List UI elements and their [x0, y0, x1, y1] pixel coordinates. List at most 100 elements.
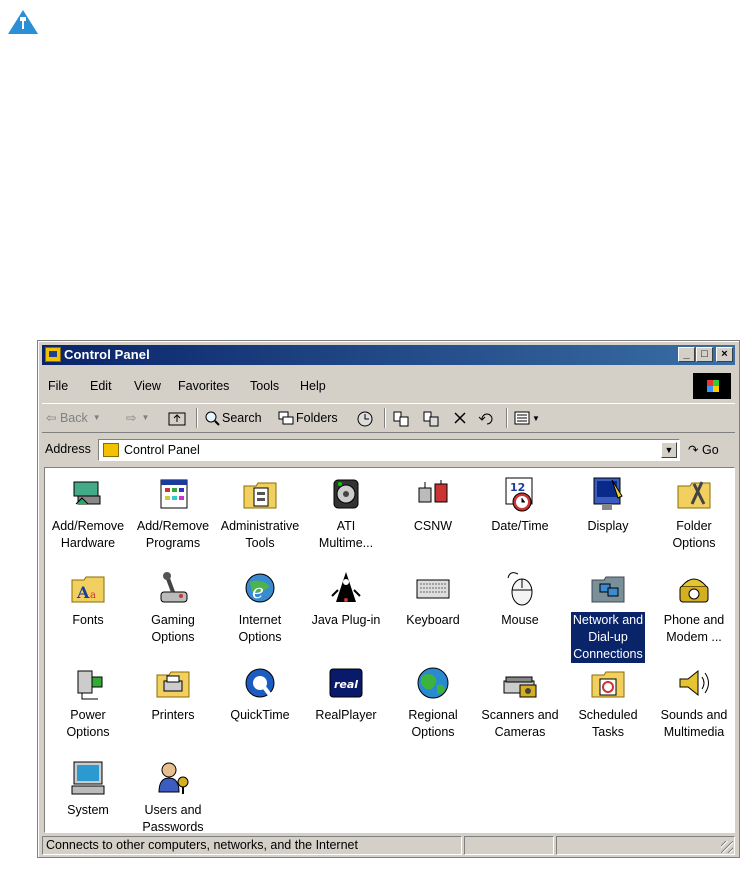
delete-button[interactable] [452, 410, 468, 426]
delete-icon [454, 412, 466, 424]
history-icon [357, 411, 373, 427]
windows-logo-icon [693, 373, 731, 399]
item-label: Network and Dial-up Connections [570, 612, 646, 663]
control-panel-item[interactable]: ATI Multime... [303, 474, 389, 552]
menu-favorites[interactable]: Favorites [178, 379, 229, 393]
control-panel-item[interactable]: e Internet Options [217, 568, 303, 646]
folders-icon [278, 411, 294, 425]
control-panel-item[interactable]: 12 Date/Time [477, 474, 563, 535]
control-panel-item[interactable]: CSNW [390, 474, 476, 535]
menu-edit[interactable]: Edit [90, 379, 112, 393]
move-to-button[interactable] [392, 410, 410, 428]
status-bar: Connects to other computers, networks, a… [42, 836, 735, 856]
item-label: Users and Passwords [142, 803, 204, 834]
users-passwords-icon [153, 758, 193, 798]
menu-help[interactable]: Help [300, 379, 326, 393]
search-label: Search [222, 411, 262, 425]
item-label: RealPlayer [315, 708, 377, 722]
back-arrow-icon: ⇦ [46, 411, 60, 425]
control-panel-item[interactable]: Aa Fonts [45, 568, 131, 629]
control-panel-item[interactable]: Add/Remove Programs [130, 474, 216, 552]
back-button[interactable]: ⇦ Back ▼ [46, 410, 101, 426]
status-panel-2 [464, 836, 554, 855]
undo-icon [478, 413, 493, 425]
control-panel-item[interactable]: Gaming Options [130, 568, 216, 646]
forward-arrow-icon: ⇨ [126, 411, 137, 425]
copy-to-icon [423, 411, 439, 427]
menu-tools[interactable]: Tools [250, 379, 279, 393]
chevron-down-icon: ▼ [92, 413, 101, 422]
menu-file[interactable]: File [48, 379, 68, 393]
views-button[interactable]: ▼ [514, 410, 540, 426]
undo-button[interactable] [478, 410, 496, 426]
item-label: Administrative Tools [220, 519, 300, 550]
minimize-button[interactable]: _ [678, 347, 695, 362]
java-plugin-icon [326, 568, 366, 608]
address-bar: Address Control Panel ▼ ↷ Go [42, 436, 735, 464]
control-panel-window: Control Panel _ □ × File Edit View Favor… [37, 340, 740, 858]
item-label: System [67, 803, 109, 817]
control-panel-item[interactable]: Sounds and Multimedia [651, 663, 737, 741]
chevron-down-icon: ▼ [532, 413, 540, 423]
status-text: Connects to other computers, networks, a… [46, 838, 358, 852]
control-panel-item[interactable]: Power Options [45, 663, 131, 741]
csnw-icon [413, 474, 453, 514]
item-label: Internet Options [238, 613, 282, 644]
copy-to-button[interactable] [422, 410, 440, 428]
menu-bar: File Edit View Favorites Tools Help [42, 371, 735, 401]
up-folder-button[interactable] [168, 410, 186, 426]
control-panel-item[interactable]: Mouse [477, 568, 563, 629]
control-panel-item[interactable]: Network and Dial-up Connections [565, 568, 651, 663]
control-panel-item[interactable]: Users and Passwords [130, 758, 216, 836]
item-label: Scanners and Cameras [481, 708, 559, 739]
item-label: Printers [151, 708, 195, 722]
control-panel-item[interactable]: Add/Remove Hardware [45, 474, 131, 552]
item-label: QuickTime [230, 708, 290, 722]
control-panel-item[interactable]: Java Plug-in [303, 568, 389, 629]
control-panel-item[interactable]: real RealPlayer [303, 663, 389, 724]
close-button[interactable]: × [716, 347, 733, 362]
control-panel-item[interactable]: Scanners and Cameras [477, 663, 563, 741]
item-label: Gaming Options [151, 613, 195, 644]
resize-grip[interactable] [721, 841, 733, 853]
control-panel-item[interactable]: Keyboard [390, 568, 476, 629]
search-button[interactable]: Search [204, 410, 262, 426]
item-label: Scheduled Tasks [578, 708, 638, 739]
control-panel-item[interactable]: Folder Options [651, 474, 737, 552]
control-panel-item[interactable]: Display [565, 474, 651, 535]
address-value: Control Panel [124, 443, 200, 457]
item-label: ATI Multime... [318, 519, 374, 550]
menu-view[interactable]: View [134, 379, 161, 393]
title-bar[interactable]: Control Panel _ □ × [42, 345, 735, 365]
item-label: Phone and Modem ... [663, 613, 725, 644]
gaming-options-icon [153, 568, 193, 608]
address-dropdown-button[interactable]: ▼ [661, 442, 677, 458]
item-label: Keyboard [406, 613, 460, 627]
folders-button[interactable]: Folders [278, 410, 338, 426]
history-button[interactable] [356, 410, 374, 428]
go-button[interactable]: ↷ Go [688, 442, 719, 457]
item-label: Fonts [72, 613, 104, 627]
control-panel-item[interactable]: Printers [130, 663, 216, 724]
display-icon [588, 474, 628, 514]
maximize-button[interactable]: □ [696, 347, 713, 362]
svg-text:A: A [76, 583, 90, 602]
address-input[interactable]: Control Panel ▼ [98, 439, 680, 461]
folder-options-icon [674, 474, 714, 514]
control-panel-item[interactable]: QuickTime [217, 663, 303, 724]
item-label: Power Options [66, 708, 110, 739]
system-icon [68, 758, 108, 798]
item-label: Date/Time [491, 519, 549, 533]
item-label: Add/Remove Hardware [51, 519, 125, 550]
control-panel-item[interactable]: Regional Options [390, 663, 476, 741]
search-icon [205, 411, 220, 426]
control-panel-item[interactable]: Phone and Modem ... [651, 568, 737, 646]
administrative-tools-icon [240, 474, 280, 514]
control-panel-item[interactable]: System [45, 758, 131, 819]
control-panel-item[interactable]: Scheduled Tasks [565, 663, 651, 741]
forward-button[interactable]: ⇨ ▼ [126, 410, 149, 425]
toolbar: ⇦ Back ▼ ⇨ ▼ Search Folders ▼ [42, 403, 735, 433]
control-panel-item[interactable]: Administrative Tools [217, 474, 303, 552]
control-panel-icon [45, 347, 61, 362]
phone-modem-icon [674, 568, 714, 608]
